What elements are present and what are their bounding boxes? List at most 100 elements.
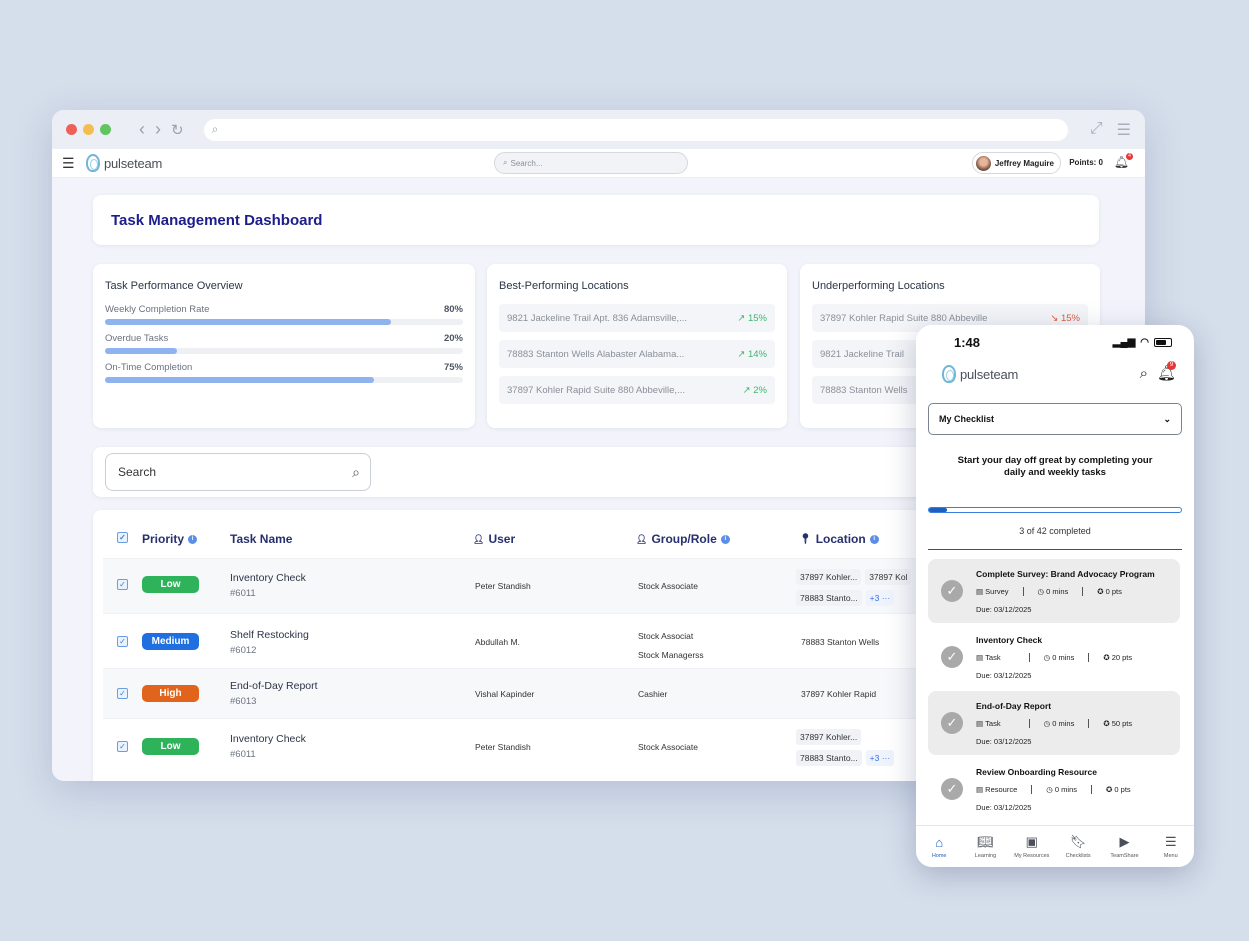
performance-title: Task Performance Overview [105,280,243,292]
avatar [975,155,991,171]
select-all-checkbox[interactable]: ✓ [117,532,128,543]
search-placeholder: Search [118,465,157,479]
check-icon[interactable]: ✓ [941,646,963,668]
search-icon[interactable]: ⌕ [352,464,360,481]
home-icon: ⌂ [935,834,944,850]
minimize-window-dot[interactable] [83,124,94,135]
expand-icon[interactable]: ⤢ [1090,120,1103,140]
document-icon: ▤ [976,785,986,794]
location-chip[interactable]: 37897 Kohler... [796,729,862,745]
url-bar[interactable]: ⌕ [203,118,1068,141]
column-header-user[interactable]: 👤︎ User [473,532,515,546]
more-locations-chip[interactable]: +3 ··· [865,750,895,766]
task-id: #6012 [230,645,257,656]
location-address: 9821 Jackeline Trail Apt. 836 Adamsville… [507,312,688,324]
user-cell: Peter Standish [475,742,531,752]
hamburger-menu-icon[interactable]: ☰ [62,155,78,172]
browser-menu-icon[interactable]: ☰ [1117,120,1131,140]
item-title: Complete Survey: Brand Advocacy Program [976,569,1155,579]
metric-weekly-completion: Weekly Completion Rate 80% [105,304,463,325]
info-icon[interactable]: i [188,534,198,544]
points-icon: ✪ [1103,719,1112,728]
fingerprint-logo-icon [942,365,956,383]
back-icon[interactable]: ‹ [139,119,145,140]
reload-icon[interactable]: ↻ [171,121,184,139]
more-locations-chip[interactable]: +3 ··· [865,590,895,606]
tab-checklists[interactable]: 🔖︎ Checklists [1055,834,1101,859]
check-icon[interactable]: ✓ [941,778,963,800]
search-icon[interactable]: ⌕ [1140,365,1148,382]
tab-learning[interactable]: 📖︎ Learning [962,834,1008,859]
column-header-task-name[interactable]: Task Name [230,532,292,546]
item-duration: 0 mins [1054,785,1078,794]
bottom-tab-bar: ⌂ Home 📖︎ Learning ▣ My Resources 🔖︎ Checkli… [916,825,1194,867]
location-chip[interactable]: 78883 Stanto... [796,750,862,766]
column-header-location[interactable]: 📍︎ Location i [799,532,879,546]
forward-icon[interactable]: › [155,119,161,140]
check-icon[interactable]: ✓ [941,580,963,602]
trend-down-value: ↘ 15% [1050,312,1080,324]
row-checkbox[interactable]: ✓ [117,636,128,647]
item-due-date: Due: 03/12/2025 [976,605,1032,614]
location-row[interactable]: 78883 Stanton Wells Alabaster Alabama...… [499,340,775,368]
list-item[interactable]: ✓ Complete Survey: Brand Advocacy Progra… [928,559,1180,623]
row-checkbox[interactable]: ✓ [117,741,128,752]
column-header-group-role[interactable]: 👤︎ Group/Role i [636,532,730,546]
item-meta: ▤ Resource ◷ 0 mins ✪ 0 pts [976,785,1131,794]
location-chip[interactable]: 37897 Kol [865,569,912,585]
divider [1088,653,1090,662]
checklist-dropdown[interactable]: My Checklist ⌄ [928,403,1182,435]
list-item[interactable]: ✓ Inventory Check ▤ Task ◷ 0 mins ✪ 20 pts… [928,625,1180,689]
location-address: 78883 Stanton Wells [820,384,908,396]
location-row[interactable]: 9821 Jackeline Trail Apt. 836 Adamsville… [499,304,775,332]
task-id: #6011 [230,749,256,760]
completed-count: 3 of 42 completed [1019,526,1091,536]
check-icon[interactable]: ✓ [941,712,963,734]
tab-menu[interactable]: ☰ Menu [1148,834,1194,859]
app-logo[interactable]: pulseteam [86,154,162,172]
row-checkbox[interactable]: ✓ [117,688,128,699]
tab-label: My Resources [1014,853,1050,859]
trend-up-value: ↗ 14% [737,348,767,360]
maximize-window-dot[interactable] [100,124,111,135]
priority-badge: Low [142,738,199,755]
location-row[interactable]: 37897 Kohler Rapid Suite 880 Abbeville,.… [499,376,775,404]
points-icon: ✪ [1097,587,1106,596]
points-icon: ✪ [1103,653,1112,662]
location-chip[interactable]: 78883 Stanto... [796,590,862,606]
group-cell: Stock Associate [638,742,699,752]
info-icon[interactable]: i [720,534,730,544]
clock-icon: ◷ [1043,719,1053,728]
clock-icon: ◷ [1046,785,1055,794]
divider [1028,653,1030,662]
location-chip[interactable]: 37897 Kohler... [796,569,862,585]
info-icon[interactable]: i [869,534,879,544]
header-select-all[interactable]: ✓ [117,532,128,543]
column-header-priority[interactable]: Priority i [142,532,198,546]
tab-home[interactable]: ⌂ Home [916,835,962,859]
location-cell: 37897 Kohler... 78883 Stanto... +3 ··· [796,727,916,769]
user-profile-chip[interactable]: Jeffrey Maguire [971,152,1061,174]
motivation-text: Start your day off great by completing y… [957,455,1153,478]
location-header-label: Location [815,532,866,546]
tab-teamshare[interactable]: ▶ TeamShare [1101,834,1147,859]
points-label: Points: 0 [1069,158,1103,167]
document-icon: ▤ [976,653,986,662]
list-item[interactable]: ✓ End-of-Day Report ▤ Task ◷ 0 mins ✪ 50 p… [928,691,1180,755]
close-window-dot[interactable] [66,124,77,135]
task-search-input[interactable]: Search ⌕ [105,453,371,491]
mobile-app-logo[interactable]: pulseteam [942,365,1018,383]
metric-value: 80% [443,304,463,315]
browser-chrome: ‹ › ↻ ⌕ ⤢ ☰ [52,110,1145,149]
task-name: Inventory Check [230,733,306,745]
metric-overdue-tasks: Overdue Tasks 20% [105,333,463,354]
tab-label: Checklists [1065,853,1091,859]
list-item[interactable]: ✓ Review Onboarding Resource ▤ Resource ◷… [928,757,1180,821]
menu-icon: ☰ [1164,834,1177,849]
header-search-input[interactable]: ⌕ Search... [494,152,688,174]
checklist-progress-bar [928,507,1182,513]
header-search-placeholder: Search... [510,158,543,168]
row-checkbox[interactable]: ✓ [117,579,128,590]
tab-my-resources[interactable]: ▣ My Resources [1009,834,1055,859]
item-title: Inventory Check [976,635,1043,645]
